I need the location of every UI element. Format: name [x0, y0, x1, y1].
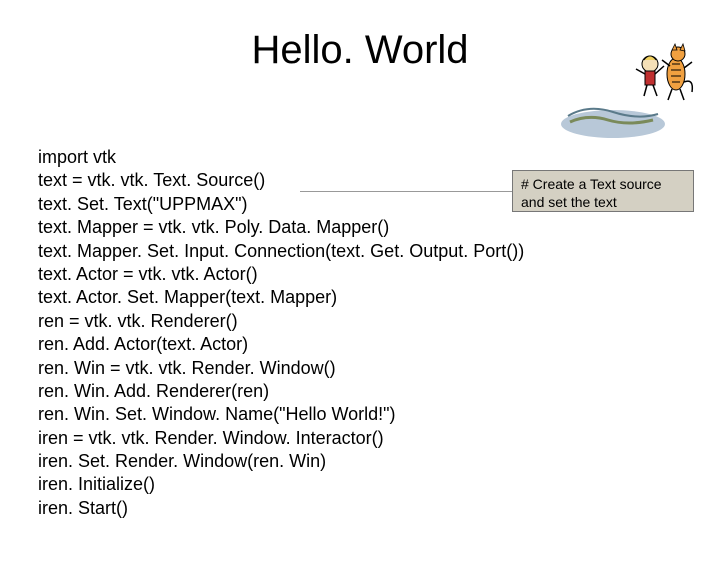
code-line: text = vtk. vtk. Text. Source() [38, 169, 524, 192]
code-line: text. Set. Text("UPPMAX") [38, 193, 524, 216]
callout-connector [300, 191, 512, 192]
code-line: ren. Win. Add. Renderer(ren) [38, 380, 524, 403]
code-line: text. Actor = vtk. vtk. Actor() [38, 263, 524, 286]
code-line: iren. Start() [38, 497, 524, 520]
code-line: ren = vtk. vtk. Renderer() [38, 310, 524, 333]
code-line: ren. Win. Set. Window. Name("Hello World… [38, 403, 524, 426]
callout-text-line: # Create a Text source [521, 175, 685, 193]
code-line: text. Mapper = vtk. vtk. Poly. Data. Map… [38, 216, 524, 239]
callout-annotation: # Create a Text source and set the text [512, 170, 694, 212]
callout-text-line: and set the text [521, 193, 685, 211]
code-line: iren. Set. Render. Window(ren. Win) [38, 450, 524, 473]
calvin-hobbes-illustration [558, 34, 698, 142]
code-line: iren. Initialize() [38, 473, 524, 496]
code-line: ren. Add. Actor(text. Actor) [38, 333, 524, 356]
code-line: ren. Win = vtk. vtk. Render. Window() [38, 357, 524, 380]
code-line: text. Mapper. Set. Input. Connection(tex… [38, 240, 524, 263]
code-line: iren = vtk. vtk. Render. Window. Interac… [38, 427, 524, 450]
code-block: import vtk text = vtk. vtk. Text. Source… [38, 146, 524, 520]
code-line: import vtk [38, 146, 524, 169]
code-line: text. Actor. Set. Mapper(text. Mapper) [38, 286, 524, 309]
